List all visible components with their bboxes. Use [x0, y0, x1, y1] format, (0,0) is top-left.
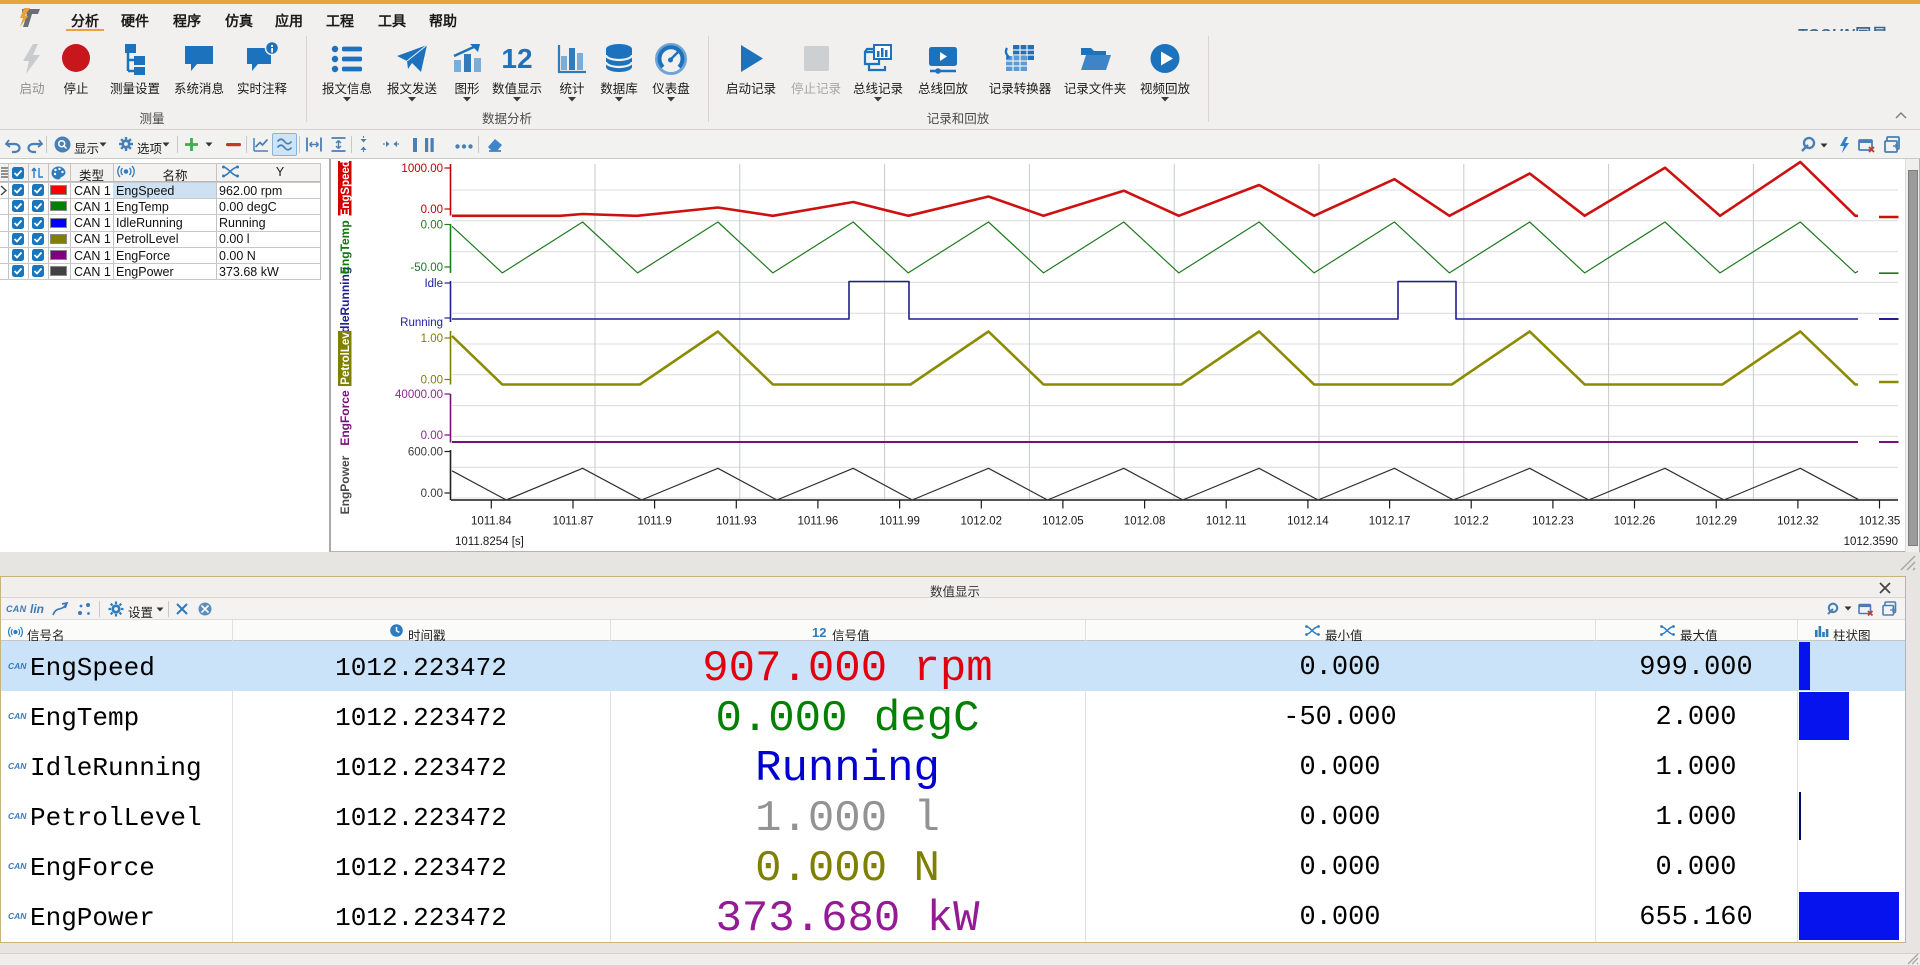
svg-text:12: 12	[501, 43, 532, 74]
svg-text:Idle: Idle	[424, 278, 443, 290]
svg-text:PetrolLev: PetrolLev	[340, 332, 352, 385]
svg-text:1011.93: 1011.93	[716, 516, 757, 528]
svg-text:1012.2: 1012.2	[1454, 516, 1489, 528]
svg-text:1011.87: 1011.87	[553, 516, 594, 528]
svg-text:1012.35: 1012.35	[1859, 516, 1901, 528]
svg-text:EngForce: EngForce	[338, 390, 352, 446]
svg-text:1012.02: 1012.02	[961, 516, 1003, 528]
svg-text:600.00: 600.00	[408, 447, 443, 459]
svg-text:Running: Running	[400, 317, 443, 329]
svg-text:1012.29: 1012.29	[1695, 516, 1737, 528]
svg-text:-50.00: -50.00	[410, 262, 443, 274]
svg-text:1012.3590: 1012.3590	[1844, 536, 1898, 548]
svg-text:0.00: 0.00	[421, 430, 443, 442]
svg-text:1012.23: 1012.23	[1532, 516, 1574, 528]
svg-text:1011.96: 1011.96	[798, 516, 839, 528]
svg-text:EngSpeed: EngSpeed	[340, 160, 352, 216]
svg-text:1012.26: 1012.26	[1614, 516, 1656, 528]
svg-text:1012.05: 1012.05	[1042, 516, 1084, 528]
svg-text:1012.08: 1012.08	[1124, 516, 1166, 528]
svg-text:EngTemp: EngTemp	[338, 220, 352, 274]
svg-text:1012.11: 1012.11	[1206, 516, 1247, 528]
svg-text:IdleRunning: IdleRunning	[338, 267, 352, 336]
svg-text:40000.00: 40000.00	[395, 389, 443, 401]
svg-text:1011.9: 1011.9	[637, 516, 671, 528]
svg-text:1011.84: 1011.84	[471, 516, 512, 528]
svg-text:0.00: 0.00	[421, 488, 443, 500]
svg-text:1.00: 1.00	[421, 333, 443, 345]
svg-text:0.00: 0.00	[421, 220, 443, 232]
svg-text:EngPower: EngPower	[338, 455, 352, 514]
svg-text:1011.99: 1011.99	[879, 516, 920, 528]
svg-text:1011.8254 [s]: 1011.8254 [s]	[455, 536, 524, 548]
svg-text:1012.17: 1012.17	[1369, 516, 1411, 528]
svg-text:1000.00: 1000.00	[401, 163, 443, 175]
svg-text:1012.14: 1012.14	[1287, 516, 1329, 528]
svg-text:0.00: 0.00	[421, 204, 443, 216]
svg-text:1012.32: 1012.32	[1777, 516, 1819, 528]
svg-text:0.00: 0.00	[421, 375, 443, 387]
